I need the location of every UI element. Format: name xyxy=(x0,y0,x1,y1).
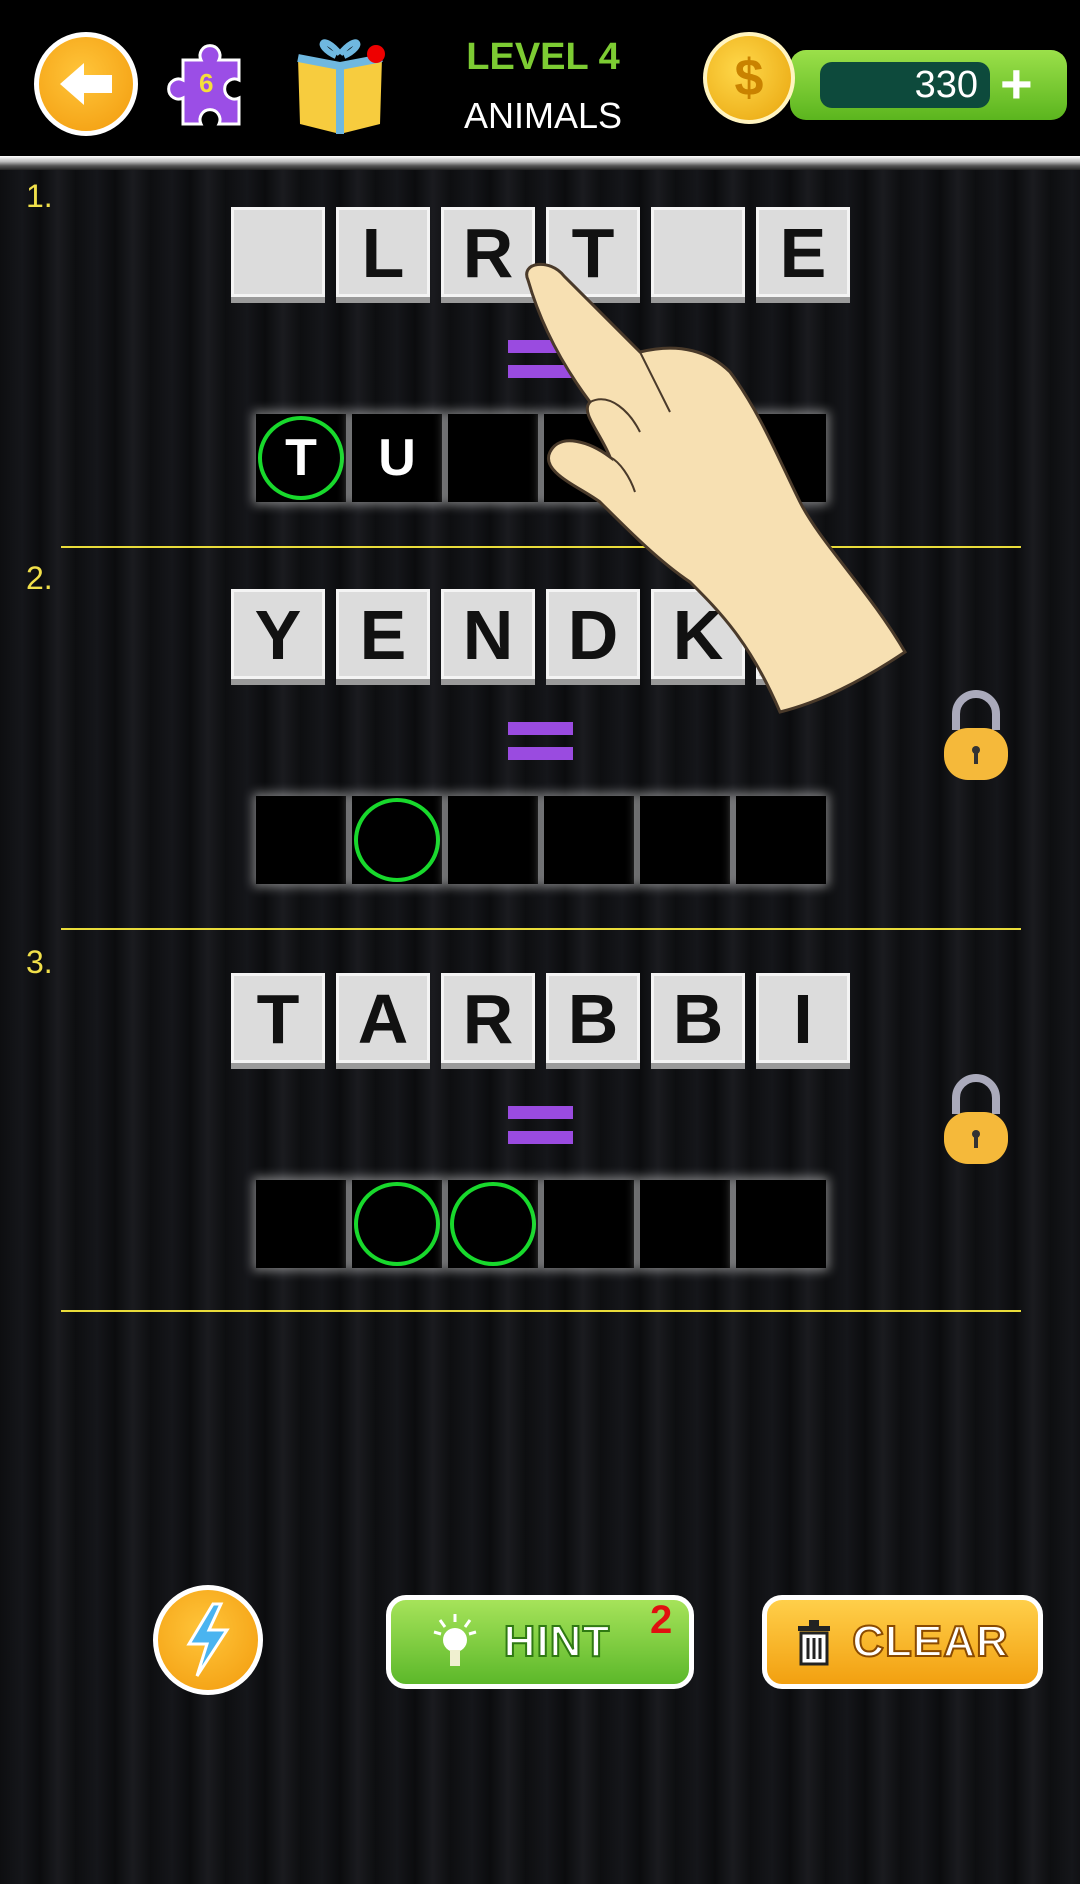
hint-label: HINT xyxy=(503,1616,611,1667)
coin-count: 330 xyxy=(820,62,990,108)
letter-tile[interactable]: T xyxy=(231,973,325,1069)
letter-tile[interactable]: B xyxy=(651,973,745,1069)
puzzle-count: 6 xyxy=(199,68,214,98)
clear-label: CLEAR xyxy=(851,1616,1009,1667)
level-title: LEVEL 4 xyxy=(466,36,620,78)
answer-letter: U xyxy=(378,429,416,487)
puzzle-number: 3. xyxy=(26,944,53,980)
row-divider xyxy=(61,928,1021,930)
clear-button[interactable]: CLEAR xyxy=(762,1595,1043,1689)
answer-slot[interactable] xyxy=(256,796,346,884)
answer-slot[interactable] xyxy=(736,796,826,884)
answer-slot[interactable] xyxy=(640,1180,730,1268)
highlight-ring xyxy=(354,798,440,882)
letter-tile[interactable]: R xyxy=(441,973,535,1069)
gift-button[interactable] xyxy=(292,32,388,136)
category-title: ANIMALS xyxy=(463,95,623,136)
answer-slot[interactable] xyxy=(544,1180,634,1268)
gift-icon xyxy=(297,39,385,134)
equals-sign xyxy=(508,722,573,760)
letter-tile[interactable]: L xyxy=(336,207,430,303)
answer-slot[interactable] xyxy=(544,796,634,884)
puzzle-number: 1. xyxy=(26,178,53,214)
lock-icon xyxy=(944,690,1008,780)
answer-slot[interactable] xyxy=(352,796,442,884)
answer-slot[interactable] xyxy=(640,796,730,884)
lightning-icon xyxy=(186,1602,230,1677)
answer-slot[interactable]: T xyxy=(256,414,346,502)
letter-tile[interactable]: A xyxy=(336,973,430,1069)
answer-slot[interactable] xyxy=(736,1180,826,1268)
letter-tile[interactable]: I xyxy=(756,973,850,1069)
highlight-ring xyxy=(354,1182,440,1266)
plus-icon[interactable]: + xyxy=(1000,56,1033,112)
row-divider xyxy=(61,1310,1021,1312)
lock-icon xyxy=(944,1074,1008,1164)
answer-slot[interactable] xyxy=(352,1180,442,1268)
hint-button[interactable]: HINT xyxy=(386,1595,694,1689)
puzzle-number: 2. xyxy=(26,560,53,596)
hand-pointer-icon xyxy=(525,262,908,714)
answer-slot[interactable]: U xyxy=(352,414,442,502)
highlight-ring xyxy=(450,1182,536,1266)
answer-slot[interactable] xyxy=(256,1180,346,1268)
letter-tile[interactable] xyxy=(231,207,325,303)
back-button[interactable] xyxy=(34,32,138,136)
puzzle-button[interactable]: 6 xyxy=(163,38,257,132)
back-arrow-icon xyxy=(60,63,112,105)
answer-slot[interactable] xyxy=(448,1180,538,1268)
answer-slot[interactable] xyxy=(448,796,538,884)
coin-icon: $ xyxy=(703,32,795,124)
answer-letter: T xyxy=(285,429,317,487)
hint-count: 2 xyxy=(650,1598,673,1642)
letter-tile[interactable]: B xyxy=(546,973,640,1069)
trash-icon xyxy=(798,1620,831,1666)
letter-tile[interactable]: E xyxy=(336,589,430,685)
header-divider xyxy=(0,156,1080,170)
lightbulb-icon xyxy=(433,1614,477,1666)
boost-button[interactable] xyxy=(153,1585,263,1695)
letter-tile[interactable]: Y xyxy=(231,589,325,685)
equals-sign xyxy=(508,1106,573,1144)
